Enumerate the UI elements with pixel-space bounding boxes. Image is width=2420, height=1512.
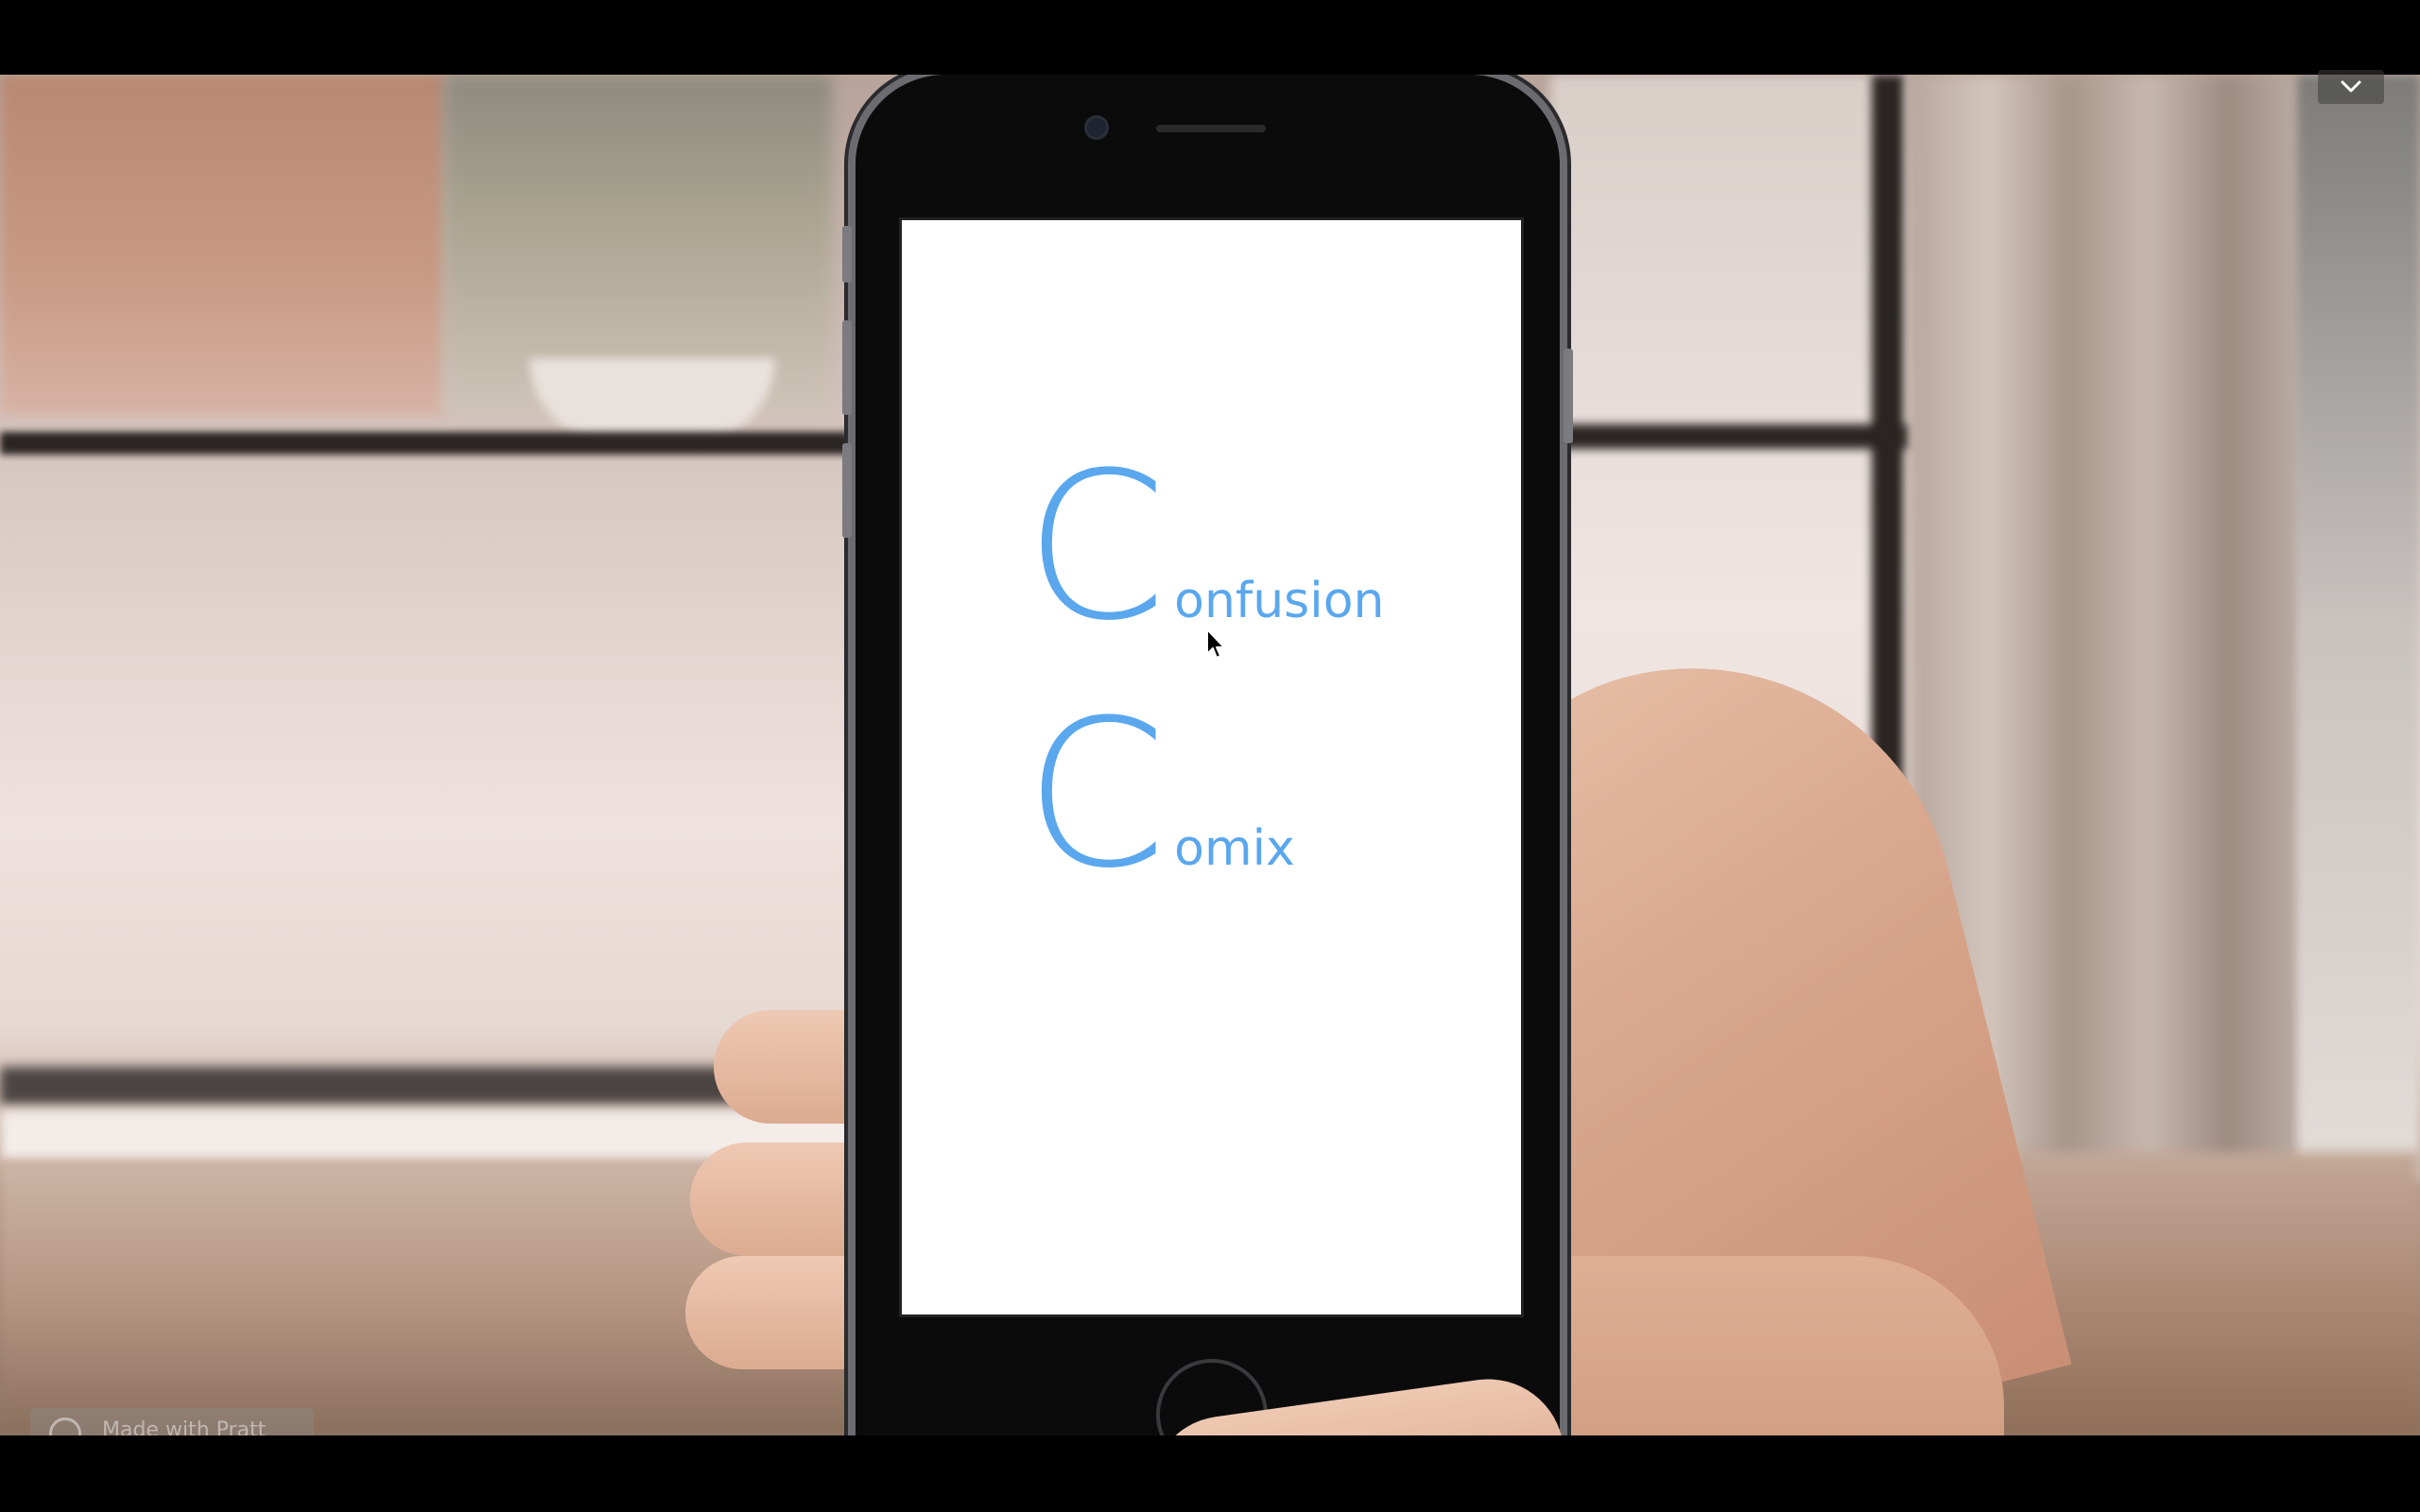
- background-brick-wall: [0, 75, 444, 415]
- mouse-cursor-icon: [1206, 628, 1225, 659]
- background-window-frame-horizontal: [1550, 424, 1910, 449]
- logo-word: omix: [1174, 820, 1295, 877]
- phone-volume-down: [842, 443, 852, 538]
- background-window-bar: [0, 432, 851, 455]
- logo-initial: C: [1025, 676, 1167, 913]
- phone-device: Confusion Comix: [842, 75, 1573, 1435]
- background-far-right-window: [2297, 75, 2420, 1180]
- logo-line-comix: Comix: [1025, 693, 1295, 896]
- phone-speaker: [1156, 125, 1266, 132]
- collapse-button[interactable]: [2318, 70, 2384, 104]
- logo-line-confusion: Confusion: [1025, 445, 1384, 648]
- phone-mute-switch: [842, 226, 852, 283]
- phone-volume-up: [842, 320, 852, 415]
- letterbox-top: [0, 0, 2420, 75]
- pratt-logo-icon: [49, 1418, 81, 1436]
- logo-word: onfusion: [1174, 573, 1385, 629]
- chevron-down-icon: [2341, 80, 2361, 93]
- letterbox-bottom: [0, 1435, 2420, 1512]
- background-lamp: [529, 358, 775, 443]
- logo-initial: C: [1025, 428, 1167, 665]
- badge-label: Made with Pratt: [102, 1418, 267, 1436]
- camera-icon: [1087, 118, 1106, 137]
- made-with-badge[interactable]: Made with Pratt: [30, 1408, 314, 1436]
- video-frame: Confusion Comix: [0, 75, 2420, 1435]
- phone-power-button: [1564, 349, 1573, 443]
- app-screen[interactable]: Confusion Comix: [899, 217, 1524, 1317]
